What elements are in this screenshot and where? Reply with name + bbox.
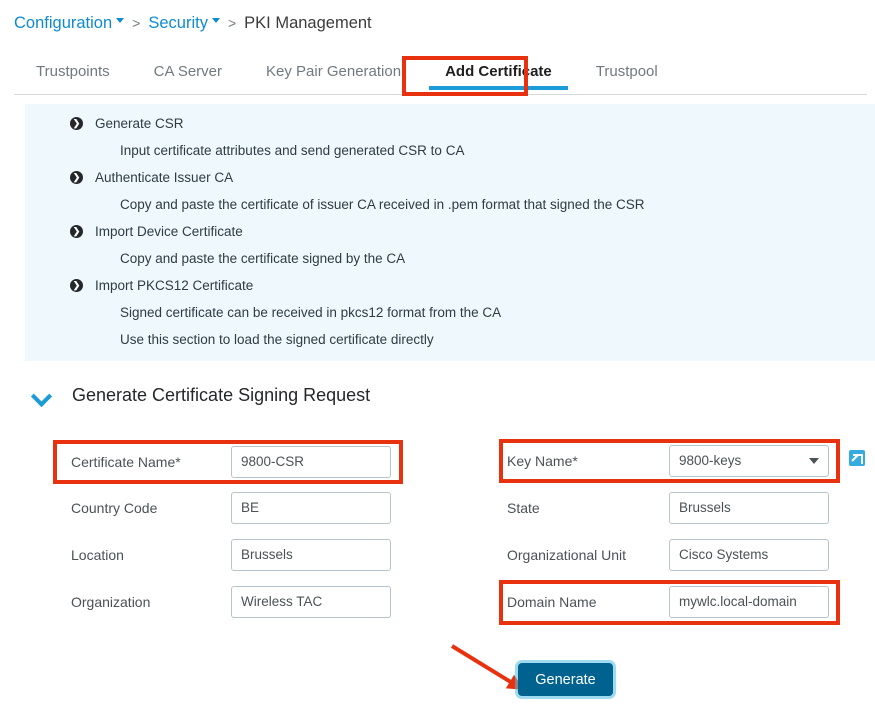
info-item: Input certificate attributes and send ge… bbox=[120, 143, 464, 158]
tab-ca-server[interactable]: CA Server bbox=[132, 55, 244, 90]
info-item: Copy and paste the certificate signed by… bbox=[120, 251, 405, 266]
breadcrumb-label-configuration: Configuration bbox=[14, 13, 113, 32]
field-label-organizational-unit: Organizational Unit bbox=[507, 547, 627, 563]
info-item-text: Signed certificate can be received in pk… bbox=[120, 305, 502, 320]
section-header-generate-csr[interactable]: Generate Certificate Signing Request bbox=[32, 385, 370, 406]
key-name-selected-value: 9800-keys bbox=[679, 453, 742, 468]
location-input[interactable]: Brussels bbox=[231, 539, 391, 571]
generate-button[interactable]: Generate bbox=[518, 663, 613, 696]
tab-label: Add Certificate bbox=[445, 63, 552, 80]
state-input[interactable]: Brussels bbox=[669, 492, 829, 524]
breadcrumb-label-security: Security bbox=[148, 13, 208, 32]
field-state: State Brussels bbox=[507, 492, 829, 524]
field-label-certificate-name: Certificate Name* bbox=[71, 454, 181, 470]
info-item: Signed certificate can be received in pk… bbox=[120, 305, 501, 320]
tab-label: Trustpoints bbox=[36, 63, 110, 80]
chevron-down-icon bbox=[32, 386, 52, 406]
chevron-right-bullet-icon: ❯ bbox=[70, 279, 83, 292]
field-domain-name: Domain Name mywlc.local-domain bbox=[507, 586, 829, 618]
info-item-text: Authenticate Issuer CA bbox=[95, 170, 234, 185]
breadcrumb: Configuration > Security > PKI Managemen… bbox=[14, 10, 372, 36]
tab-trustpool[interactable]: Trustpool bbox=[574, 55, 680, 90]
info-item-text: Input certificate attributes and send ge… bbox=[120, 143, 465, 158]
field-label-state: State bbox=[507, 500, 540, 516]
tab-label: CA Server bbox=[153, 63, 222, 80]
info-item-text: Import Device Certificate bbox=[95, 224, 243, 239]
organization-input[interactable]: Wireless TAC bbox=[231, 586, 391, 618]
certificate-name-input[interactable]: 9800-CSR bbox=[231, 446, 391, 478]
key-name-select[interactable]: 9800-keys bbox=[669, 445, 829, 477]
info-item-text: Copy and paste the certificate of issuer… bbox=[120, 197, 645, 212]
section-title: Generate Certificate Signing Request bbox=[72, 385, 371, 405]
info-item: ❯ Generate CSR bbox=[70, 116, 184, 131]
field-label-location: Location bbox=[71, 547, 124, 563]
annotation-arrow bbox=[450, 644, 524, 690]
chevron-down-icon bbox=[116, 18, 125, 24]
tab-add-certificate[interactable]: Add Certificate bbox=[423, 55, 574, 90]
field-country-code: Country Code BE bbox=[71, 492, 391, 524]
breadcrumb-separator: > bbox=[227, 15, 237, 31]
organizational-unit-input[interactable]: Cisco Systems bbox=[669, 539, 829, 571]
field-organization: Organization Wireless TAC bbox=[71, 586, 391, 618]
external-link-icon[interactable] bbox=[849, 450, 865, 466]
info-item: Copy and paste the certificate of issuer… bbox=[120, 197, 645, 212]
info-item: Use this section to load the signed cert… bbox=[120, 332, 434, 347]
breadcrumb-item-pki-management: PKI Management bbox=[244, 13, 372, 32]
tab-label: Key Pair Generation bbox=[266, 63, 402, 80]
info-item: ❯ Import Device Certificate bbox=[70, 224, 243, 239]
domain-name-input[interactable]: mywlc.local-domain bbox=[669, 586, 829, 618]
breadcrumb-item-security[interactable]: Security bbox=[148, 14, 220, 33]
chevron-right-bullet-icon: ❯ bbox=[70, 225, 83, 238]
info-item: ❯ Import PKCS12 Certificate bbox=[70, 278, 253, 293]
breadcrumb-item-configuration[interactable]: Configuration bbox=[14, 13, 125, 33]
chevron-down-icon bbox=[809, 458, 819, 464]
info-item: ❯ Authenticate Issuer CA bbox=[70, 170, 233, 185]
field-label-organization: Organization bbox=[71, 594, 151, 610]
field-key-name: Key Name* 9800-keys bbox=[507, 445, 829, 477]
info-item-text: Use this section to load the signed cert… bbox=[120, 332, 434, 347]
tab-bar: Trustpoints CA Server Key Pair Generatio… bbox=[0, 55, 875, 95]
tab-trustpoints[interactable]: Trustpoints bbox=[14, 55, 132, 90]
field-location: Location Brussels bbox=[71, 539, 391, 571]
field-certificate-name: Certificate Name* 9800-CSR bbox=[71, 446, 391, 478]
info-item-text: Copy and paste the certificate signed by… bbox=[120, 251, 406, 266]
info-item-text: Import PKCS12 Certificate bbox=[95, 278, 254, 293]
info-item-text: Generate CSR bbox=[95, 116, 184, 131]
info-panel: ❯ Generate CSR Input certificate attribut… bbox=[25, 104, 875, 361]
chevron-right-bullet-icon: ❯ bbox=[70, 171, 83, 184]
field-organizational-unit: Organizational Unit Cisco Systems bbox=[507, 539, 829, 571]
breadcrumb-separator: > bbox=[132, 15, 141, 31]
chevron-down-icon bbox=[211, 18, 220, 24]
country-code-input[interactable]: BE bbox=[231, 492, 391, 524]
chevron-right-bullet-icon: ❯ bbox=[70, 117, 83, 130]
tab-key-pair-generation[interactable]: Key Pair Generation bbox=[244, 55, 423, 90]
field-label-key-name: Key Name* bbox=[507, 453, 578, 469]
field-label-domain-name: Domain Name bbox=[507, 594, 597, 610]
tab-active-underline bbox=[429, 86, 568, 90]
tab-label: Trustpool bbox=[595, 63, 658, 80]
field-label-country-code: Country Code bbox=[71, 500, 158, 516]
